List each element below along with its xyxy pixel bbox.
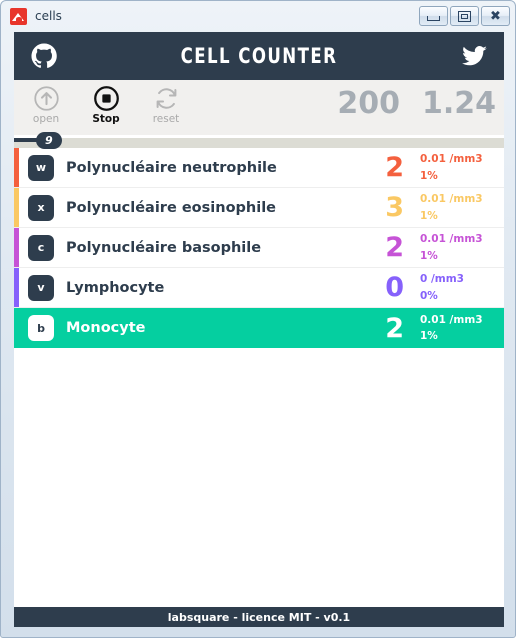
shortcut-key-badge: v <box>28 274 54 301</box>
close-icon: ✖ <box>490 8 501 24</box>
toolbar: open Stop reset 200 1.24 <box>14 80 504 135</box>
stop-button[interactable]: Stop <box>78 85 134 125</box>
row-color-accent <box>14 228 19 267</box>
table-row[interactable]: w Polynucléaire neutrophile 2 0.01 /mm3 1% <box>14 148 504 188</box>
cell-stats: 0.01 /mm3 1% <box>420 191 496 224</box>
cell-stats: 0.01 /mm3 1% <box>420 312 496 345</box>
open-button-label: open <box>32 113 60 125</box>
twitter-icon <box>462 46 487 66</box>
shortcut-key-badge: c <box>28 234 54 261</box>
cell-count: 2 <box>385 232 404 263</box>
row-color-accent <box>14 148 19 187</box>
cell-count: 2 <box>385 312 404 344</box>
maximize-button[interactable] <box>450 6 479 26</box>
minimize-button[interactable] <box>419 6 448 26</box>
cell-count: 0 <box>385 272 404 303</box>
cell-type-label: Polynucléaire eosinophile <box>66 199 277 216</box>
ratio-value: 1.24 <box>421 86 496 121</box>
row-color-accent <box>14 268 19 307</box>
upload-arrow-icon <box>33 86 59 111</box>
page-title: Cell Counter <box>180 44 338 68</box>
cell-type-label: Monocyte <box>66 320 146 336</box>
twitter-link[interactable] <box>462 43 488 69</box>
minimize-icon <box>427 16 440 21</box>
cell-count: 3 <box>385 192 404 223</box>
github-link[interactable] <box>30 42 58 70</box>
cell-type-label: Polynucléaire neutrophile <box>66 159 277 176</box>
row-color-accent <box>14 188 19 227</box>
cell-percent: 1% <box>420 209 438 222</box>
cell-concentration: 0.01 /mm3 <box>420 153 483 166</box>
cell-percent: 1% <box>420 249 438 262</box>
window-title: cells <box>35 9 62 23</box>
table-row[interactable]: c Polynucléaire basophile 2 0.01 /mm3 1% <box>14 228 504 268</box>
cell-count: 2 <box>385 152 404 183</box>
app-icon <box>10 7 27 25</box>
window-controls: ✖ <box>419 6 510 26</box>
cell-percent: 0% <box>420 289 438 302</box>
open-button[interactable]: open <box>18 85 74 125</box>
cell-stats: 0.01 /mm3 1% <box>420 151 496 184</box>
cell-concentration: 0.01 /mm3 <box>420 313 483 326</box>
reset-button[interactable]: reset <box>138 85 194 125</box>
cell-concentration: 0 /mm3 <box>420 273 464 286</box>
app-banner: Cell Counter <box>14 32 504 80</box>
progress-badge: 9 <box>36 132 62 149</box>
refresh-icon <box>156 88 176 109</box>
counter-readouts: 200 1.24 <box>337 86 496 121</box>
status-bar: labsquare - licence MIT - v0.1 <box>14 607 504 627</box>
table-row[interactable]: x Polynucléaire eosinophile 3 0.01 /mm3 1% <box>14 188 504 228</box>
cell-stats: 0.01 /mm3 1% <box>420 231 496 264</box>
cell-concentration: 0.01 /mm3 <box>420 233 483 246</box>
cell-stats: 0 /mm3 0% <box>420 271 496 304</box>
cell-list: w Polynucléaire neutrophile 2 0.01 /mm3 1% x P… <box>14 148 504 348</box>
cell-concentration: 0.01 /mm3 <box>420 193 483 206</box>
github-icon <box>31 43 57 68</box>
shortcut-key-badge: w <box>28 154 54 181</box>
row-color-accent <box>14 308 19 348</box>
cell-percent: 1% <box>420 330 438 342</box>
reset-button-label: reset <box>152 113 180 125</box>
app-content: Cell Counter open Stop <box>14 32 504 627</box>
cell-percent: 1% <box>420 169 438 182</box>
title-bar[interactable]: cells ✖ <box>1 1 516 31</box>
close-button[interactable]: ✖ <box>481 6 510 26</box>
shortcut-key-badge: x <box>28 194 54 221</box>
stop-button-label: Stop <box>92 113 120 125</box>
cell-type-label: Polynucléaire basophile <box>66 239 262 256</box>
total-count: 200 <box>337 86 400 121</box>
restore-icon <box>458 10 471 22</box>
progress-bar[interactable]: 9 <box>14 132 504 149</box>
shortcut-key-badge: b <box>28 315 54 341</box>
stop-record-icon <box>93 86 119 111</box>
table-row[interactable]: v Lymphocyte 0 0 /mm3 0% <box>14 268 504 308</box>
table-row[interactable]: b Monocyte 2 0.01 /mm3 1% <box>14 308 504 348</box>
application-window: cells ✖ Cell Counter <box>0 0 516 638</box>
cell-type-label: Lymphocyte <box>66 279 165 296</box>
